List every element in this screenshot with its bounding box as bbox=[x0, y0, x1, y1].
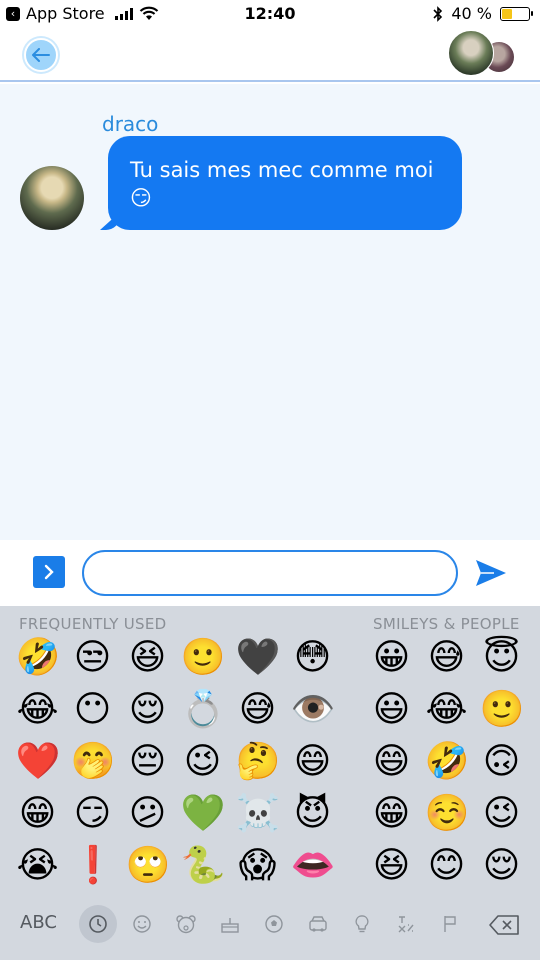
frequent-emoji-key[interactable]: 😏 bbox=[71, 794, 115, 838]
frequent-emoji-key[interactable]: ☠️ bbox=[236, 794, 281, 838]
battery-fill bbox=[502, 8, 513, 19]
smiley-emoji-key[interactable] bbox=[535, 794, 540, 838]
frequent-emoji-key[interactable]: 🙄 bbox=[126, 846, 171, 890]
contact-avatars[interactable] bbox=[448, 30, 514, 78]
frequent-emoji-key[interactable]: 😱 bbox=[236, 846, 280, 890]
smiley-emoji-key[interactable] bbox=[535, 846, 540, 890]
ball-icon[interactable] bbox=[252, 904, 296, 944]
frequent-emoji-key[interactable]: 😆 bbox=[126, 638, 170, 682]
frequent-emoji-key[interactable]: ❗ bbox=[71, 846, 116, 890]
abc-key[interactable]: ABC bbox=[20, 912, 57, 933]
frequent-emoji-key[interactable]: 😁 bbox=[16, 794, 60, 838]
bluetooth-icon bbox=[433, 5, 443, 22]
battery-percent: 40 % bbox=[451, 4, 492, 23]
frequent-emoji-key[interactable]: 🤣 bbox=[16, 638, 61, 682]
frequent-emoji-key[interactable]: 😄 bbox=[291, 742, 335, 786]
frequent-emoji-key[interactable]: 😈 bbox=[291, 794, 335, 838]
frequent-emoji-key[interactable]: ❤️ bbox=[16, 742, 61, 786]
frequently-used-grid: 🤣 😒 😆 🙂 🖤 😳 😂 😶 😌 💍 😅 👁️ ❤️ 🤭 😔 😉 🤔 😄 😁 😏 😕 💚 ☠️ 😈 😭 ❗ 🙄 🐍 😱 👄 bbox=[10, 634, 340, 894]
smiley-emoji-key[interactable]: 😆 bbox=[370, 846, 414, 890]
category-tabs bbox=[76, 904, 472, 944]
frequent-emoji-key[interactable]: 👁️ bbox=[291, 690, 336, 734]
nav-bar bbox=[0, 28, 540, 82]
smiley-emoji-key[interactable]: 🤣 bbox=[425, 742, 470, 786]
smiley-emoji-key[interactable]: ☺️ bbox=[425, 794, 470, 838]
smiley-emoji-key[interactable] bbox=[535, 690, 540, 734]
frequent-emoji-key[interactable]: 😌 bbox=[126, 690, 170, 734]
frequent-emoji-key[interactable]: 😳 bbox=[291, 638, 335, 682]
smiley-emoji-key[interactable]: 😂 bbox=[425, 690, 469, 734]
message-bubble[interactable]: Tu sais mes mec comme moi 😏 bbox=[108, 136, 462, 230]
smiley-emoji-key[interactable] bbox=[535, 638, 540, 682]
smiley-emoji-key[interactable]: 😉 bbox=[480, 794, 524, 838]
frequent-emoji-key[interactable]: 🤭 bbox=[71, 742, 116, 786]
message-sender-name: draco bbox=[102, 112, 159, 136]
contact-avatar[interactable] bbox=[448, 30, 494, 76]
status-right: 40 % bbox=[433, 4, 533, 23]
keyboard-bottom-bar: ABC bbox=[0, 904, 540, 950]
paper-plane-icon bbox=[476, 560, 506, 586]
clock-icon[interactable] bbox=[79, 905, 117, 943]
frequent-emoji-key[interactable]: 😕 bbox=[126, 794, 170, 838]
send-button[interactable] bbox=[472, 556, 510, 590]
status-bar: ‹ App Store 12:40 40 % bbox=[0, 0, 540, 28]
smiley-emoji-key[interactable]: 😀 bbox=[370, 638, 414, 682]
chat-area: draco Tu sais mes mec comme moi 😏 bbox=[0, 84, 540, 540]
message-emoji: 😏 bbox=[130, 186, 152, 210]
smileys-people-grid: 😀 😅 😇 😃 😂 🙂 😄 🤣 🙃 😁 ☺️ 😉 😆 😊 😌 bbox=[364, 634, 540, 894]
frequent-emoji-key[interactable]: 😔 bbox=[126, 742, 170, 786]
smileys-people-label: SMILEYS & PEOPLE bbox=[373, 615, 520, 633]
smiley-emoji-key[interactable]: 😃 bbox=[370, 690, 414, 734]
frequent-emoji-key[interactable]: 💚 bbox=[181, 794, 226, 838]
delete-backspace-icon bbox=[489, 915, 519, 935]
sender-avatar[interactable] bbox=[20, 166, 84, 230]
frequent-emoji-key[interactable]: 👄 bbox=[291, 846, 336, 890]
smiley-emoji-key[interactable]: 😇 bbox=[480, 638, 524, 682]
car-icon[interactable] bbox=[296, 904, 340, 944]
frequent-emoji-key[interactable]: 🖤 bbox=[236, 638, 281, 682]
delete-key[interactable] bbox=[488, 910, 520, 940]
frequent-emoji-key[interactable]: 😭 bbox=[16, 846, 60, 890]
frequently-used-label: FREQUENTLY USED bbox=[19, 615, 167, 633]
smiley-emoji-key[interactable]: 😄 bbox=[370, 742, 414, 786]
emoji-keyboard: FREQUENTLY USED SMILEYS & PEOPLE 🤣 😒 😆 🙂 🖤 😳 😂… bbox=[0, 606, 540, 960]
bulb-icon[interactable] bbox=[340, 904, 384, 944]
smiley-emoji-key[interactable] bbox=[535, 742, 540, 786]
arrow-left-icon bbox=[32, 48, 50, 62]
smiley-emoji-key[interactable]: 🙃 bbox=[480, 742, 524, 786]
flag-icon[interactable] bbox=[428, 904, 472, 944]
bear-icon[interactable] bbox=[164, 904, 208, 944]
smiley-emoji-key[interactable]: 😊 bbox=[425, 846, 469, 890]
frequent-emoji-key[interactable]: 🤔 bbox=[236, 742, 281, 786]
smiley-emoji-key[interactable]: 😁 bbox=[370, 794, 414, 838]
back-button[interactable] bbox=[24, 38, 58, 72]
frequent-emoji-key[interactable]: 🐍 bbox=[181, 846, 226, 890]
message-text: Tu sais mes mec comme moi bbox=[130, 158, 434, 182]
chevron-right-icon bbox=[44, 564, 54, 580]
frequent-emoji-key[interactable]: 💍 bbox=[181, 690, 226, 734]
smiley-emoji-key[interactable]: 😌 bbox=[480, 846, 524, 890]
message-input[interactable] bbox=[82, 550, 458, 596]
frequent-emoji-key[interactable]: 😉 bbox=[181, 742, 225, 786]
frequent-emoji-key[interactable]: 😒 bbox=[71, 638, 115, 682]
symbols-icon[interactable] bbox=[384, 904, 428, 944]
frequent-emoji-key[interactable]: 😅 bbox=[236, 690, 280, 734]
cake-icon[interactable] bbox=[208, 904, 252, 944]
battery-icon bbox=[500, 6, 533, 21]
expand-button[interactable] bbox=[33, 556, 65, 588]
input-bar bbox=[0, 540, 540, 606]
smiley-emoji-key[interactable]: 🙂 bbox=[480, 690, 525, 734]
frequent-emoji-key[interactable]: 🙂 bbox=[181, 638, 226, 682]
frequent-emoji-key[interactable]: 😶 bbox=[71, 690, 115, 734]
smiley-emoji-key[interactable]: 😅 bbox=[425, 638, 469, 682]
smiley-icon[interactable] bbox=[120, 904, 164, 944]
frequent-emoji-key[interactable]: 😂 bbox=[16, 690, 60, 734]
